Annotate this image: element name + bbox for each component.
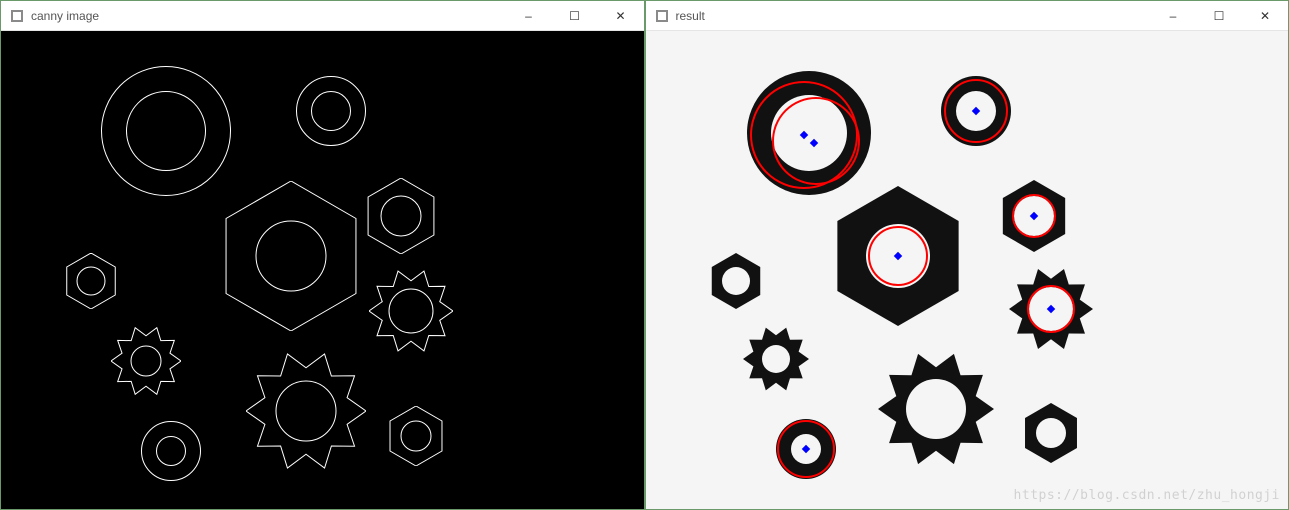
window-canny: canny image – ☐ ✕ — [0, 0, 645, 510]
canny-hex-outline — [386, 406, 446, 466]
canny-gear-outline — [246, 351, 366, 471]
app-icon — [9, 8, 25, 24]
window-title: result — [676, 9, 705, 23]
canny-ring-inner-outline — [156, 436, 186, 466]
canny-ring-inner-outline — [126, 91, 206, 171]
minimize-button[interactable]: – — [506, 1, 552, 31]
close-button[interactable]: ✕ — [598, 1, 644, 31]
canny-gear-outline — [369, 269, 453, 353]
titlebar-result[interactable]: result – ☐ ✕ — [646, 1, 1289, 31]
part-hex-nut — [1021, 403, 1081, 463]
part-gear — [743, 326, 809, 392]
watermark-text: https://blog.csdn.net/zhu_hongji — [1014, 488, 1280, 503]
canny-hex-outline — [363, 178, 439, 254]
maximize-button[interactable]: ☐ — [1196, 1, 1242, 31]
titlebar-canny[interactable]: canny image – ☐ ✕ — [1, 1, 644, 31]
canny-hex-outline — [63, 253, 119, 309]
minimize-button[interactable]: – — [1150, 1, 1196, 31]
canny-hex-outline — [216, 181, 366, 331]
part-gear — [878, 351, 994, 467]
app-icon — [654, 8, 670, 24]
close-button[interactable]: ✕ — [1242, 1, 1288, 31]
canny-ring-inner-outline — [311, 91, 351, 131]
part-hex-nut — [708, 253, 764, 309]
result-canvas: https://blog.csdn.net/zhu_hongji — [646, 31, 1289, 509]
window-title: canny image — [31, 9, 99, 23]
canny-gear-outline — [111, 326, 181, 396]
window-result: result – ☐ ✕ https://blog.csdn.net/zhu_h… — [645, 0, 1289, 510]
maximize-button[interactable]: ☐ — [552, 1, 598, 31]
canny-canvas — [1, 31, 644, 509]
